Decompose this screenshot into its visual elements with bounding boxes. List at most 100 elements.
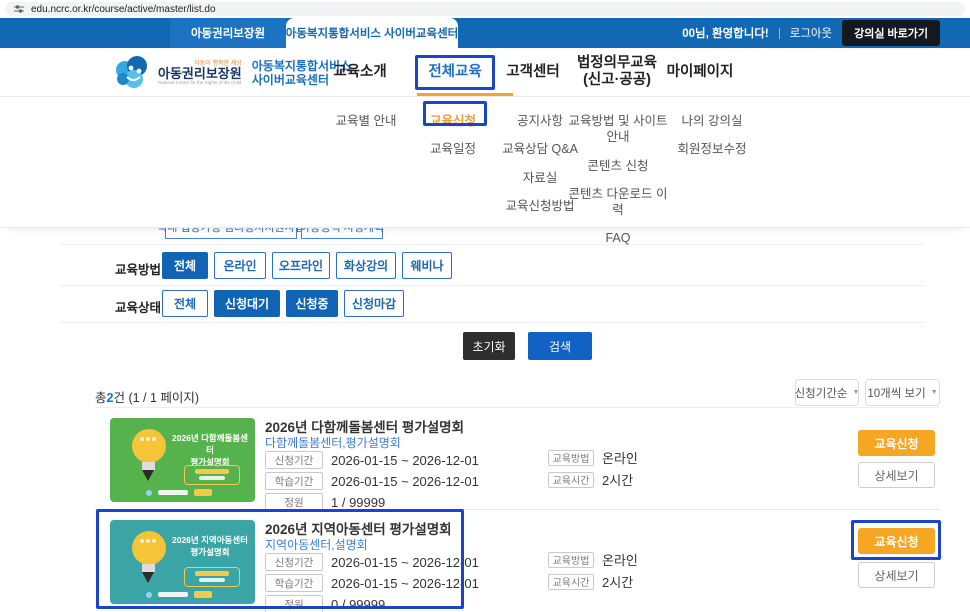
lightbulb-icon xyxy=(132,531,166,565)
hours-value: 2시간 xyxy=(602,572,633,591)
logout-link[interactable]: 로그아웃 xyxy=(790,25,832,41)
course-tags: 지역아동센터,설명회 xyxy=(265,536,368,553)
hours-chip: 교육시간 xyxy=(548,472,594,488)
site-settings-icon xyxy=(14,4,24,14)
study-period-chip: 학습기간 xyxy=(265,574,323,592)
menu-counsel-qna[interactable]: 교육상담 Q&A xyxy=(502,141,578,157)
result-count: 총2건 (1 / 1 페이지) xyxy=(95,387,199,406)
course-detail-button[interactable]: 상세보기 xyxy=(858,562,935,588)
capacity-value: 0 / 99999 xyxy=(331,597,385,612)
search-button[interactable]: 검색 xyxy=(528,332,592,360)
menu-course-apply[interactable]: 교육신청 xyxy=(430,113,476,129)
filter-method-label: 교육방법 xyxy=(115,259,161,278)
thumbnail-logos xyxy=(146,489,212,496)
method-option-video-lecture[interactable]: 화상강의 xyxy=(336,252,396,279)
reset-button[interactable]: 초기화 xyxy=(463,332,515,360)
menu-archive[interactable]: 자료실 xyxy=(523,170,558,186)
menu-course-schedule[interactable]: 교육일정 xyxy=(430,141,476,157)
course-title[interactable]: 2026년 지역아동센터 평가설명회 xyxy=(265,518,452,538)
chevron-down-icon: ▼ xyxy=(852,389,859,396)
active-tab-underline xyxy=(417,93,513,96)
nav-item-education-intro[interactable]: 교육소개 xyxy=(325,48,395,96)
course-apply-button[interactable]: 교육신청 xyxy=(858,528,935,554)
chevron-down-icon: ▼ xyxy=(931,389,938,396)
sort-dropdown[interactable]: 신청기간순 ▼ xyxy=(795,379,859,406)
hours-value: 2시간 xyxy=(602,470,633,489)
browser-url-bar: edu.ncrc.or.kr/course/active/master/list… xyxy=(0,0,970,18)
thumbnail-title: 2026년 다함께돌봄센터 평가설명회 xyxy=(170,433,250,469)
welcome-message: 00님, 환영합니다! xyxy=(682,25,769,41)
logo-subtitle: National Center for the Rights of the Ch… xyxy=(158,81,242,86)
menu-apply-guide[interactable]: 교육신청방법 xyxy=(505,198,574,214)
method-option-webinar[interactable]: 웨비나 xyxy=(402,252,452,279)
mega-menu-column-legal: 교육방법 및 사이트 안내 콘텐츠 신청 콘텐츠 다운로드 이력 FAQ xyxy=(568,107,668,253)
status-option-closed[interactable]: 신청마감 xyxy=(344,290,404,317)
url-chip[interactable]: edu.ncrc.or.kr/course/active/master/list… xyxy=(5,2,965,16)
mega-menu: 교육별 안내 교육신청 교육일정 공지사항 교육상담 Q&A 자료실 교육신청방… xyxy=(0,97,970,228)
bulb-dots xyxy=(140,437,144,441)
course-detail-button[interactable]: 상세보기 xyxy=(858,462,935,488)
study-period-row: 학습기간 2026-01-15 ~ 2026-12-01 xyxy=(265,472,479,490)
thumbnail-logos xyxy=(146,591,212,598)
lightbulb-icon xyxy=(132,429,166,463)
capacity-value: 1 / 99999 xyxy=(331,495,385,510)
method-option-offline[interactable]: 오프라인 xyxy=(272,252,330,279)
course-apply-button[interactable]: 교육신청 xyxy=(858,430,935,456)
menu-education-guide[interactable]: 교육별 안내 xyxy=(336,113,397,129)
main-navbar: 아동이 행복한 세상 아동권리보장원 National Center for t… xyxy=(0,48,970,97)
divider xyxy=(95,407,940,408)
brand-logo[interactable]: 아동이 행복한 세상 아동권리보장원 National Center for t… xyxy=(112,53,351,93)
course-thumbnail[interactable]: 2026년 다함께돌봄센터 평가설명회 xyxy=(110,418,255,502)
apply-period-chip: 신청기간 xyxy=(265,451,323,469)
nav-item-mypage[interactable]: 마이페이지 xyxy=(662,48,738,96)
status-option-waiting[interactable]: 신청대기 xyxy=(214,290,280,317)
bulb-base xyxy=(142,462,155,470)
study-period-row: 학습기간 2026-01-15 ~ 2026-12-01 xyxy=(265,574,479,592)
menu-content-download-history[interactable]: 콘텐츠 다운로드 이력 xyxy=(568,186,668,219)
classroom-shortcut-button[interactable]: 강의실 바로가기 xyxy=(842,20,940,46)
method-chip: 교육방법 xyxy=(548,450,594,466)
status-option-open[interactable]: 신청중 xyxy=(286,290,338,317)
divider xyxy=(60,244,925,245)
apply-period-value: 2026-01-15 ~ 2026-12-01 xyxy=(331,555,479,570)
method-chip: 교육방법 xyxy=(548,552,594,568)
menu-notice[interactable]: 공지사항 xyxy=(517,113,563,129)
apply-period-row: 신청기간 2026-01-15 ~ 2026-12-01 xyxy=(265,451,479,469)
apply-period-chip: 신청기간 xyxy=(265,553,323,571)
menu-method-site-guide[interactable]: 교육방법 및 사이트 안내 xyxy=(568,113,668,146)
menu-content-request[interactable]: 콘텐츠 신청 xyxy=(588,158,649,174)
filter-status-label: 교육상태 xyxy=(115,297,161,316)
thumbnail-title: 2026년 지역아동센터 평가설명회 xyxy=(170,535,250,559)
hours-row: 교육시간 2시간 xyxy=(548,572,633,591)
pencil-tip xyxy=(142,470,154,481)
bulb-dots xyxy=(140,539,144,543)
nav-item-all-courses[interactable]: 전체교육 xyxy=(418,48,492,96)
method-option-online[interactable]: 온라인 xyxy=(214,252,266,279)
page: edu.ncrc.or.kr/course/active/master/list… xyxy=(0,0,970,612)
menu-edit-profile[interactable]: 회원정보수정 xyxy=(677,141,746,157)
divider xyxy=(779,28,780,39)
ncrc-logo-icon xyxy=(112,53,152,93)
method-row: 교육방법 온라인 xyxy=(548,550,638,569)
course-tags: 다함께돌봄센터,평가설명회 xyxy=(265,434,401,451)
status-option-all[interactable]: 전체 xyxy=(162,290,208,317)
capacity-row: 정원 0 / 99999 xyxy=(265,595,385,612)
course-title[interactable]: 2026년 다함께돌봄센터 평가설명회 xyxy=(265,416,464,436)
menu-faq[interactable]: FAQ xyxy=(605,230,630,246)
logo-text: 아동이 행복한 세상 아동권리보장원 National Center for t… xyxy=(158,61,242,86)
method-option-all[interactable]: 전체 xyxy=(162,252,208,279)
menu-my-classroom[interactable]: 나의 강의실 xyxy=(682,113,743,129)
thumbnail-date-badge xyxy=(184,567,240,587)
nav-item-legal-education[interactable]: 법정의무교육 (신고·공공) xyxy=(555,48,679,96)
course-thumbnail[interactable]: 2026년 지역아동센터 평가설명회 xyxy=(110,520,255,604)
capacity-chip: 정원 xyxy=(265,595,323,612)
divider xyxy=(60,285,925,286)
page-size-dropdown[interactable]: 10개씩 보기 ▼ xyxy=(865,379,940,406)
divider xyxy=(60,322,925,323)
tab-ncrc-main[interactable]: 아동권리보장원 xyxy=(170,18,286,48)
divider xyxy=(95,509,940,510)
hours-chip: 교육시간 xyxy=(548,574,594,590)
study-period-value: 2026-01-15 ~ 2026-12-01 xyxy=(331,576,479,591)
bulb-base xyxy=(142,564,155,572)
tab-cyber-education-center[interactable]: 아동복지통합서비스 사이버교육센터 xyxy=(286,18,458,48)
